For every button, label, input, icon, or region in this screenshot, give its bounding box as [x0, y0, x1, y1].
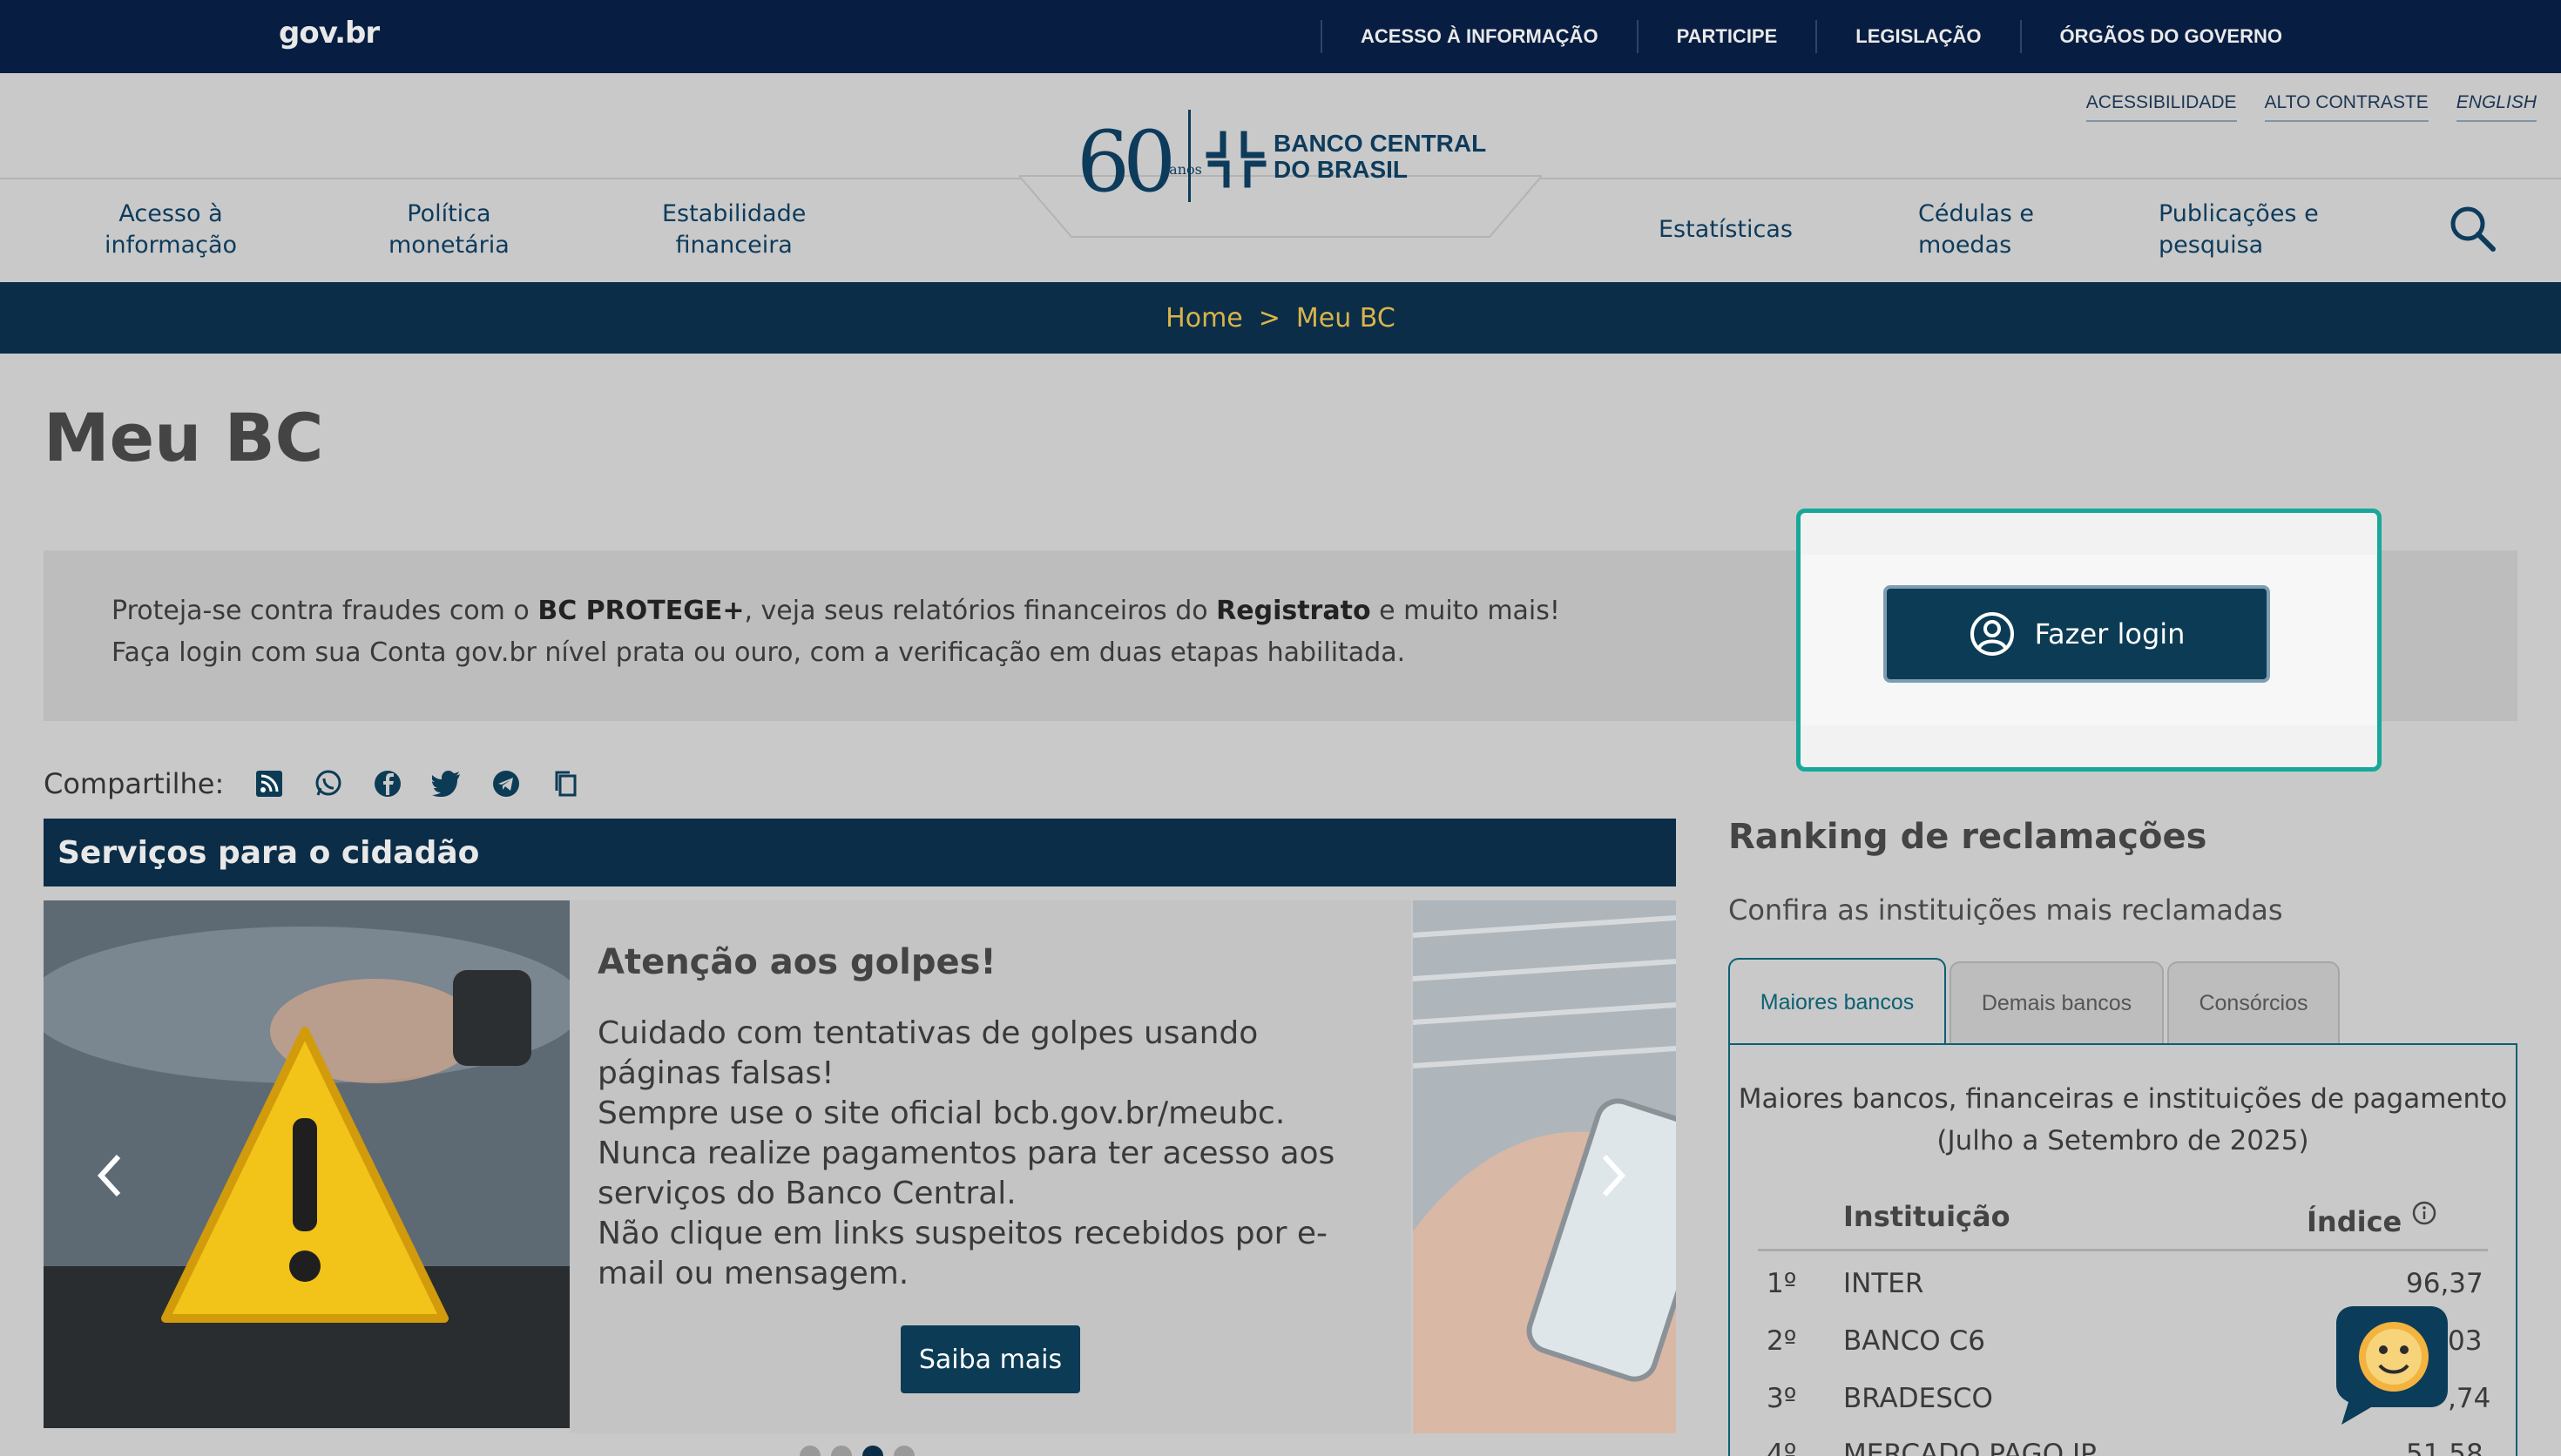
info-icon[interactable] [2411, 1200, 2437, 1226]
nav-publicacoes-pesquisa[interactable]: Publicações e pesquisa [2159, 199, 2319, 261]
copy-icon[interactable] [536, 765, 595, 803]
gov-links: ACESSO À INFORMAÇÃO PARTICIPE LEGISLAÇÃO… [1321, 0, 2561, 73]
services-section-header: Serviços para o cidadão [44, 819, 1676, 886]
carousel-dot-4[interactable] [894, 1446, 915, 1456]
nav-acesso-informacao[interactable]: Acesso à informação [105, 199, 237, 261]
tab-demais-bancos[interactable]: Demais bancos [1949, 961, 2164, 1043]
nav-politica-monetaria[interactable]: Política monetária [389, 199, 510, 261]
info-line-2: Faça login com sua Conta gov.br nível pr… [111, 637, 1406, 668]
sixty-years-mark: 60anos [1077, 113, 1202, 211]
gov-top-bar: gov.br ACESSO À INFORMAÇÃO PARTICIPE LEG… [0, 0, 2561, 73]
telegram-icon[interactable] [476, 765, 536, 803]
govbr-logo[interactable]: gov.br [279, 16, 380, 51]
slide-title: Atenção aos golpes! [598, 942, 997, 982]
bcb-emblem-icon [1206, 131, 1267, 188]
chatbot-icon[interactable] [2336, 1306, 2448, 1425]
search-icon[interactable] [2446, 202, 2498, 254]
phone-hand-illustration [1413, 900, 1676, 1433]
ranking-title: Ranking de reclamações [1728, 817, 2207, 857]
login-button[interactable]: Fazer login [1883, 585, 2270, 683]
gov-link-participe[interactable]: PARTICIPE [1636, 20, 1816, 53]
slide-image-warning [44, 900, 570, 1428]
breadcrumb-current: Meu BC [1295, 302, 1395, 334]
info-line-1: Proteja-se contra fraudes com o BC PROTE… [111, 596, 1560, 626]
breadcrumb-separator: > [1258, 302, 1280, 334]
rss-icon[interactable] [240, 765, 299, 803]
share-label: Compartilhe: [44, 767, 225, 800]
ranking-heading: Maiores bancos, financeiras e instituiçõ… [1738, 1083, 2508, 1156]
login-button-label: Fazer login [2034, 617, 2186, 650]
nav-estatisticas[interactable]: Estatísticas [1659, 214, 1793, 246]
tab-maiores-bancos[interactable]: Maiores bancos [1728, 958, 1946, 1045]
gov-link-legislacao[interactable]: LEGISLAÇÃO [1815, 20, 2019, 53]
twitter-icon[interactable] [417, 765, 476, 803]
carousel-dot-1[interactable] [800, 1446, 821, 1456]
slide-body: Cuidado com tentativas de golpes usando … [598, 1015, 1335, 1291]
breadcrumb: Home > Meu BC [0, 282, 2561, 354]
gov-link-acesso-informacao[interactable]: ACESSO À INFORMAÇÃO [1321, 20, 1637, 53]
carousel-next-icon[interactable] [1596, 1149, 1631, 1202]
col-header-index: Índice [2307, 1200, 2437, 1238]
ranking-subtitle: Confira as instituições mais reclamadas [1728, 893, 2283, 927]
ranking-header-rule [1758, 1249, 2488, 1251]
nav-cedulas-moedas[interactable]: Cédulas e moedas [1918, 199, 2034, 261]
utility-links: ACESSIBILIDADE ALTO CONTRASTE ENGLISH [2085, 92, 2537, 122]
logo-separator [1188, 110, 1191, 202]
slide-card: Atenção aos golpes! Cuidado com tentativ… [570, 900, 1411, 1433]
whatsapp-icon[interactable] [299, 765, 358, 803]
slide-image-phone [1413, 900, 1676, 1433]
share-bar: Compartilhe: [44, 765, 595, 803]
high-contrast-link[interactable]: ALTO CONTRASTE [2264, 92, 2429, 122]
carousel-dot-3-active[interactable] [862, 1446, 883, 1456]
english-link[interactable]: ENGLISH [2456, 92, 2537, 122]
user-circle-icon [1970, 612, 2014, 656]
carousel-dots [800, 1446, 915, 1456]
bcb-name: BANCO CENTRAL DO BRASIL [1274, 130, 1487, 183]
saiba-mais-button[interactable]: Saiba mais [901, 1325, 1080, 1393]
gov-link-orgaos-governo[interactable]: ÓRGÃOS DO GOVERNO [2019, 20, 2561, 53]
nav-estabilidade-financeira[interactable]: Estabilidade financeira [662, 199, 806, 261]
col-header-institution: Instituição [1843, 1200, 2010, 1233]
carousel-dot-2[interactable] [831, 1446, 852, 1456]
carousel-prev-icon[interactable] [92, 1149, 127, 1202]
facebook-icon[interactable] [358, 765, 417, 803]
accessibility-link[interactable]: ACESSIBILIDADE [2085, 92, 2237, 122]
breadcrumb-home[interactable]: Home [1166, 303, 1243, 334]
page-title: Meu BC [44, 399, 324, 476]
tab-consorcios[interactable]: Consórcios [2167, 961, 2340, 1043]
